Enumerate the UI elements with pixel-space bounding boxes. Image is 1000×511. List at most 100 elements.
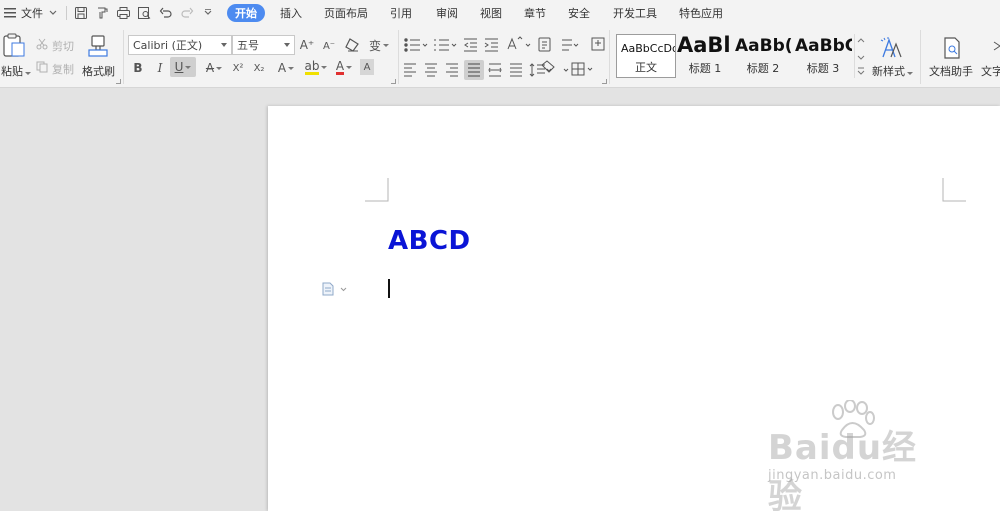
paragraph-handle-icon[interactable] [322, 282, 348, 296]
style-heading-3[interactable]: AaBbC 标题 3 [794, 34, 852, 78]
group-separator [920, 30, 921, 84]
borders-small-icon [591, 37, 605, 51]
text-tools-label[interactable]: 文字 [981, 63, 1000, 79]
tab-insert-label: 插入 [280, 7, 302, 20]
tab-home[interactable]: 开始 [227, 0, 265, 26]
italic-button[interactable]: I [153, 58, 167, 78]
tab-special[interactable]: 特色应用 [679, 0, 723, 26]
subscript-button[interactable]: X₂ [250, 58, 268, 78]
phonetic-guide-button[interactable]: 变 [367, 35, 391, 55]
redo-icon[interactable] [180, 0, 194, 26]
bullets-icon [404, 38, 428, 52]
format-painter-icon[interactable] [86, 34, 110, 58]
text-cursor [388, 279, 390, 298]
tab-home-label: 开始 [227, 4, 265, 22]
char-shading-glyph: A [363, 61, 371, 73]
print-icon[interactable] [116, 0, 131, 26]
strikethrough-button[interactable]: A [202, 58, 226, 78]
doc-assistant-label[interactable]: 文档助手 [929, 63, 973, 79]
cut-icon[interactable] [36, 38, 48, 50]
italic-glyph: I [157, 61, 163, 75]
copy-label[interactable]: 复制 [52, 61, 74, 77]
tab-security[interactable]: 安全 [568, 0, 590, 26]
styles-scroll[interactable] [854, 34, 866, 78]
doc-assistant-icon[interactable] [940, 36, 964, 60]
decrease-indent-icon [464, 38, 477, 52]
show-hide-marks-icon [538, 37, 551, 52]
gallery-down-icon [857, 55, 865, 60]
document-heading[interactable]: ABCD [388, 226, 471, 256]
tab-view[interactable]: 视图 [480, 0, 502, 26]
menu-bar: 文件 开始 插入 页面布局 引用 审阅 视图 章节 安全 开发工具 特色应用 [0, 0, 1000, 26]
paragraph-group [402, 35, 612, 81]
save-icon[interactable] [74, 0, 88, 26]
tab-page-layout[interactable]: 页面布局 [324, 0, 368, 26]
distribute-icon [488, 63, 502, 77]
customize-icon[interactable] [203, 0, 213, 26]
tab-developer-label: 开发工具 [613, 7, 657, 20]
style-normal[interactable]: AaBbCcDd 正文 [616, 34, 676, 78]
menubar-divider [66, 6, 67, 20]
justify-pressed-bg [464, 60, 484, 80]
text-tools-icon[interactable] [992, 38, 1000, 58]
line-spacing-icon [510, 63, 522, 77]
format-painter-label[interactable]: 格式刷 [82, 63, 115, 79]
font-color-button[interactable]: A [333, 57, 355, 77]
paste-icon[interactable] [0, 32, 30, 58]
underline-button[interactable]: U [170, 57, 196, 77]
group-separator [609, 30, 610, 84]
font-dialog-launcher[interactable] [391, 79, 396, 84]
style-heading-2[interactable]: AaBb( 标题 2 [734, 34, 792, 78]
tab-references[interactable]: 引用 [390, 0, 412, 26]
font-name-select[interactable]: Calibri (正文) [128, 35, 232, 55]
cut-label[interactable]: 剪切 [52, 38, 74, 54]
font-size-value: 五号 [237, 39, 259, 52]
text-effect-button[interactable]: A [274, 58, 298, 78]
format-painter-small-icon[interactable] [95, 0, 109, 26]
tab-security-label: 安全 [568, 7, 590, 20]
new-style-label: 新样式 [872, 65, 905, 78]
style-normal-sample: AaBbCcDd [621, 42, 676, 55]
copy-icon[interactable] [36, 61, 48, 73]
paste-button[interactable]: 粘贴 [1, 63, 31, 79]
bold-button[interactable]: B [131, 58, 145, 78]
highlight-button[interactable]: ab [302, 57, 330, 77]
group-separator [123, 30, 124, 84]
chevron-down-icon [49, 10, 57, 15]
numbering-icon [434, 39, 457, 51]
text-effect-glyph: A [277, 61, 287, 75]
print-preview-icon[interactable] [137, 0, 152, 26]
superscript-button[interactable]: X² [229, 58, 247, 78]
paragraph-dialog-launcher[interactable] [602, 79, 607, 84]
char-shading-button[interactable]: A [360, 59, 374, 75]
style-heading-1[interactable]: AaBl 标题 1 [676, 34, 734, 78]
font-name-value: Calibri (正文) [133, 39, 203, 52]
tab-developer[interactable]: 开发工具 [613, 0, 657, 26]
menu-icon[interactable] [4, 0, 16, 26]
tab-chapter[interactable]: 章节 [524, 0, 546, 26]
watermark-site: jingyan.baidu.com [768, 468, 897, 483]
style-heading-1-sample: AaBl [677, 34, 731, 57]
highlight-glyph: ab [304, 58, 320, 75]
style-heading-3-sample: AaBbC [795, 36, 852, 56]
font-size-select[interactable]: 五号 [232, 35, 295, 55]
grow-font-icon[interactable]: A⁺ [299, 35, 315, 55]
new-style-icon[interactable] [880, 36, 904, 60]
underline-glyph: U [174, 60, 184, 74]
paragraph-spacing-icon [529, 63, 552, 77]
tab-review[interactable]: 审阅 [436, 0, 458, 26]
file-menu[interactable]: 文件 [21, 0, 58, 26]
clear-format-icon[interactable] [343, 35, 361, 55]
text-direction-icon [562, 39, 579, 51]
undo-icon[interactable] [159, 0, 173, 26]
group-separator [398, 30, 399, 84]
shrink-font-icon[interactable]: A⁻ [321, 36, 337, 56]
crop-mark-left [365, 178, 389, 202]
new-style-button[interactable]: 新样式 [872, 63, 913, 79]
grow-font-glyph: A⁺ [299, 38, 315, 52]
clipboard-dialog-launcher[interactable] [116, 79, 121, 84]
gallery-up-icon [857, 38, 865, 43]
tab-insert[interactable]: 插入 [280, 0, 302, 26]
increase-indent-icon [484, 38, 498, 52]
tab-special-label: 特色应用 [679, 7, 723, 20]
